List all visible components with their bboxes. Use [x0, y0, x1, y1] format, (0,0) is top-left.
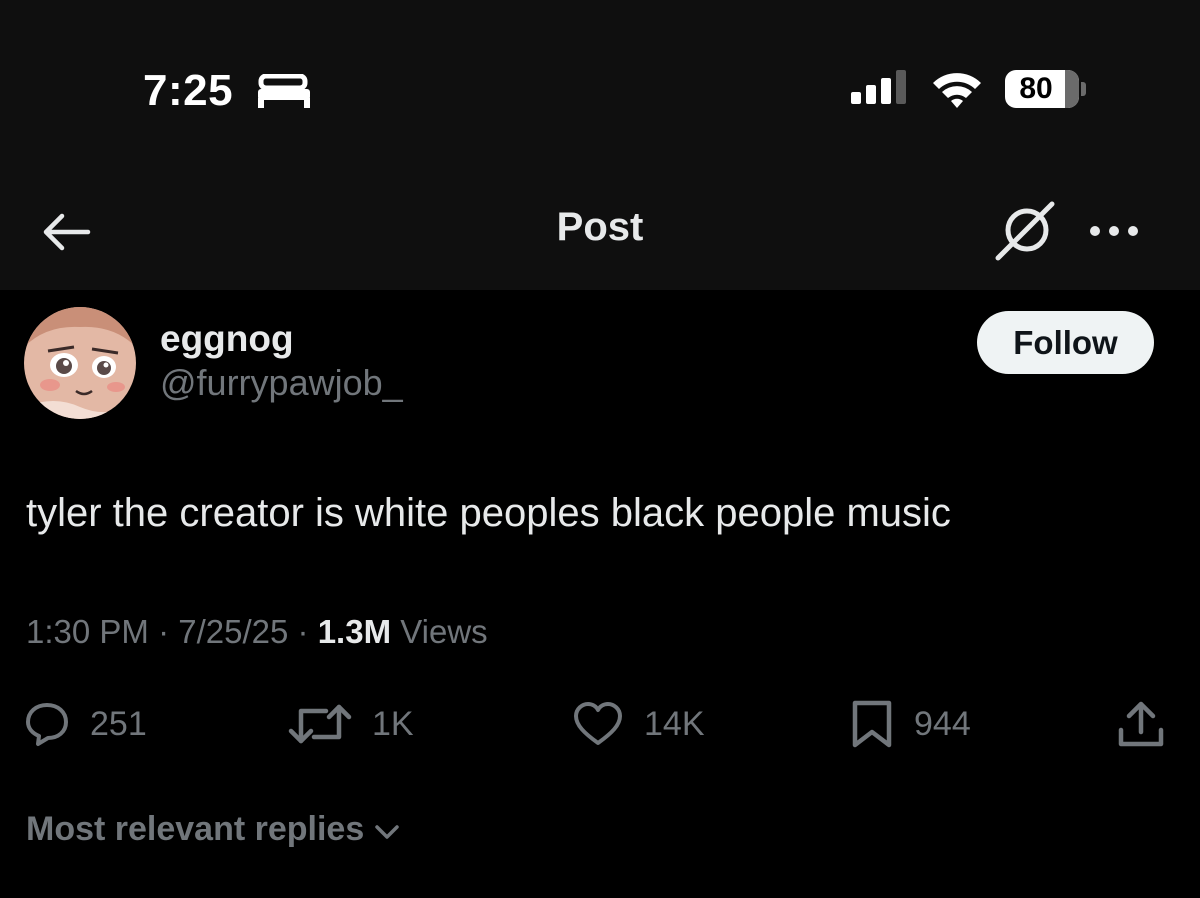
battery-icon: 80	[1005, 70, 1079, 108]
top-bar: 7:25 80 Post	[0, 0, 1200, 290]
bed-icon	[258, 74, 310, 108]
replies-sort-dropdown[interactable]: Most relevant replies	[26, 810, 400, 849]
post-text: tyler the creator is white peoples black…	[26, 491, 951, 535]
reply-icon	[26, 703, 68, 746]
heart-icon	[574, 702, 622, 745]
repost-count: 1K	[372, 704, 414, 743]
status-time: 7:25	[143, 66, 234, 115]
reply-count: 251	[90, 704, 147, 743]
user-handle[interactable]: @furrypawjob_	[160, 362, 403, 404]
meta-separator: ·	[158, 613, 170, 650]
signal-icon	[851, 70, 906, 104]
like-button[interactable]: 14K	[572, 698, 705, 750]
meta-separator: ·	[297, 613, 309, 650]
wifi-icon	[933, 73, 981, 108]
chevron-down-icon	[375, 824, 399, 839]
display-name[interactable]: eggnog	[160, 318, 294, 360]
battery-cap	[1081, 82, 1086, 96]
reply-button[interactable]: 251	[24, 698, 147, 750]
battery-level: 80	[1019, 72, 1053, 105]
bookmark-button[interactable]: 944	[850, 698, 971, 750]
bookmark-count: 944	[914, 704, 971, 743]
more-icon[interactable]	[1086, 218, 1142, 244]
share-icon	[1118, 701, 1164, 747]
like-count: 14K	[644, 704, 705, 743]
replies-sort-label: Most relevant replies	[26, 810, 365, 848]
share-button[interactable]	[1115, 698, 1167, 750]
avatar[interactable]	[24, 307, 136, 419]
post-date[interactable]: 7/25/25	[178, 613, 288, 650]
post-meta: 1:30 PM · 7/25/25 · 1.3M Views	[26, 613, 488, 651]
views-count: 1.3M	[317, 613, 392, 650]
bookmark-icon	[852, 700, 892, 748]
repost-button[interactable]: 1K	[288, 698, 414, 750]
post-time[interactable]: 1:30 PM	[26, 613, 149, 650]
views-label: Views	[400, 613, 488, 650]
repost-icon	[288, 704, 352, 744]
grok-icon[interactable]	[994, 200, 1056, 262]
follow-button[interactable]: Follow	[977, 311, 1154, 374]
